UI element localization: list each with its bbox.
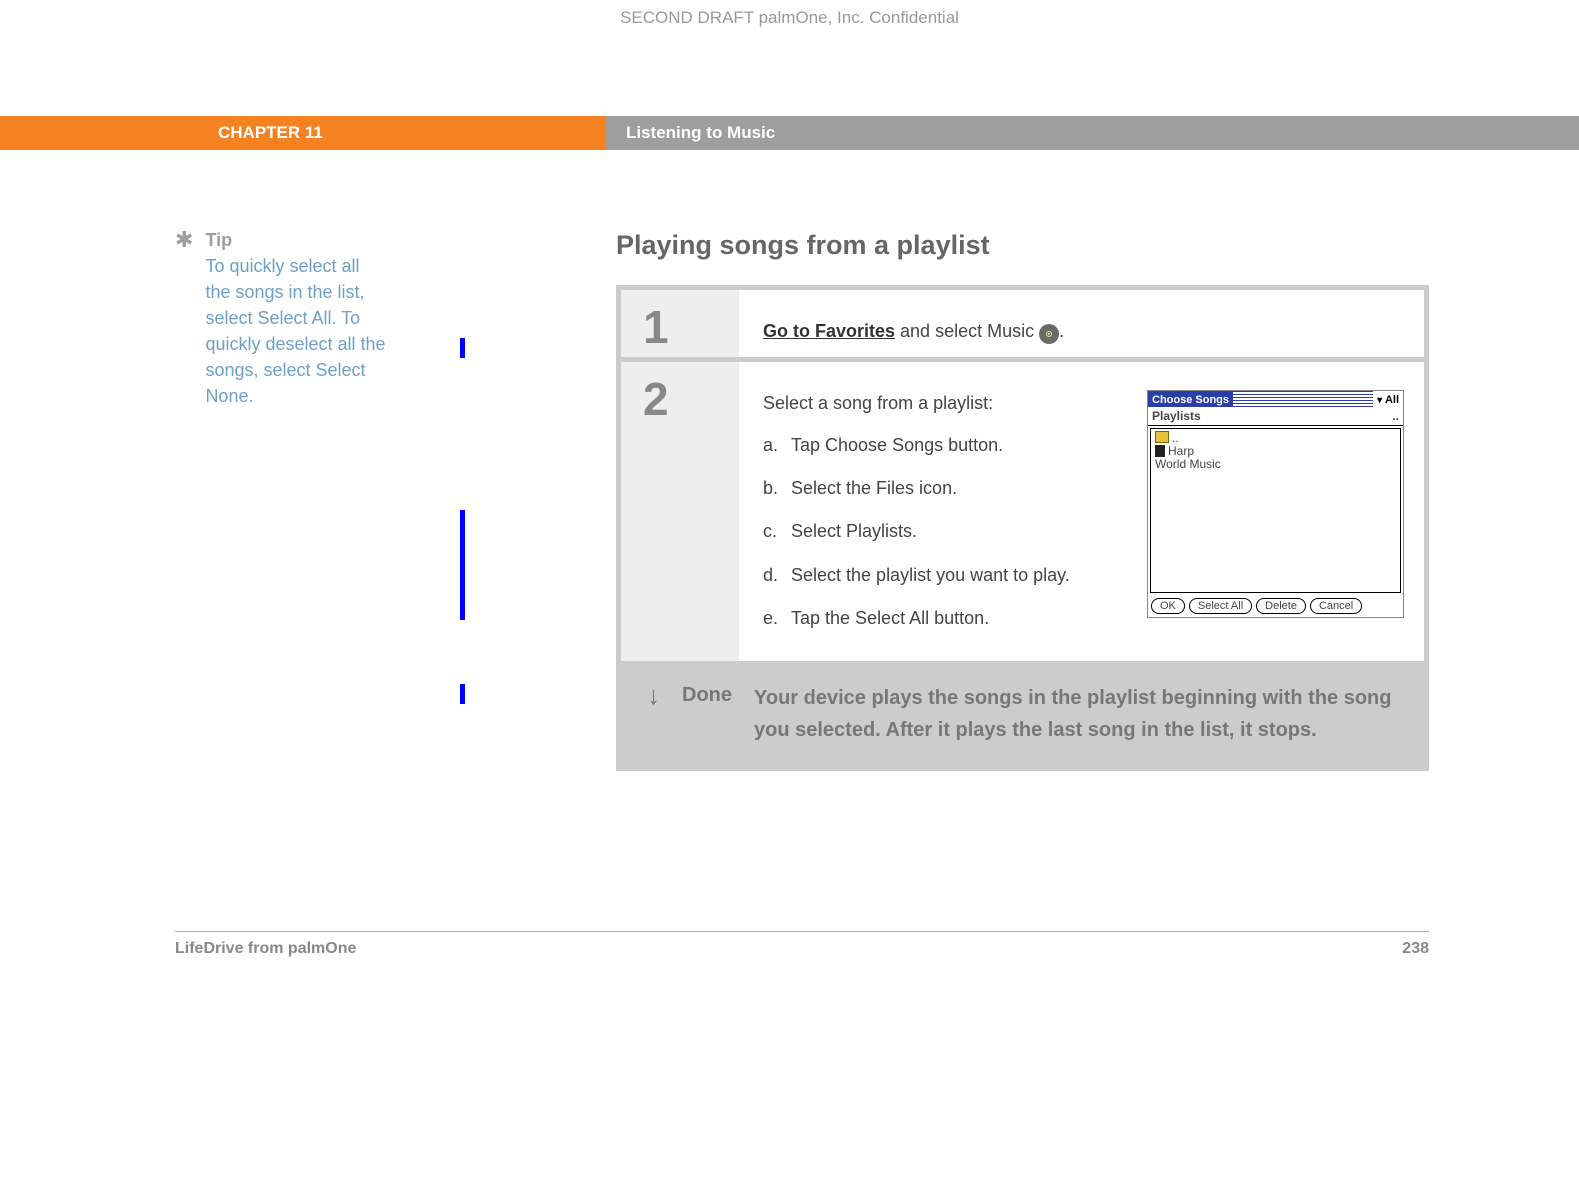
step-1-mid: and select Music [895,321,1039,341]
substep-text: Tap the Select All button. [791,606,989,631]
delete-button[interactable]: Delete [1256,598,1306,614]
section-heading: Playing songs from a playlist [616,230,1429,261]
list-row: .. [1155,431,1396,445]
substep-letter: c. [763,519,781,544]
substep-d: d. Select the playlist you want to play. [763,563,1127,588]
chapter-title: Listening to Music [626,123,775,143]
list-row-text: World Music [1155,457,1221,471]
ok-button[interactable]: OK [1151,598,1185,614]
step-1-period: . [1059,321,1064,341]
screenshot-title: Choose Songs [1148,391,1233,407]
step-number: 2 [621,362,739,426]
music-icon [1039,324,1059,344]
substep-letter: e. [763,606,781,631]
substep-text: Tap Choose Songs button. [791,433,1003,458]
cancel-button[interactable]: Cancel [1310,598,1362,614]
screenshot-subhead: Playlists [1152,407,1201,425]
step-2-intro: Select a song from a playlist: [763,390,1127,417]
substep-a: a. Tap Choose Songs button. [763,433,1127,458]
screenshot-filter: All [1373,391,1403,407]
step-number-cell: 2 [621,362,739,661]
substep-letter: d. [763,563,781,588]
done-label: Done [682,684,732,746]
list-row-text: Harp [1168,444,1194,458]
chapter-title-block: Listening to Music [606,116,1579,150]
folder-icon [1155,431,1169,443]
substep-text: Select the Files icon. [791,476,957,501]
screenshot-dots: .. [1392,407,1399,425]
chapter-label: CHAPTER 11 [218,123,323,143]
done-arrow-icon: ↓ [647,682,660,746]
step-2: 2 Select a song from a playlist: a. Tap C… [621,362,1424,661]
go-to-favorites-link[interactable]: Go to Favorites [763,321,895,341]
substep-b: b. Select the Files icon. [763,476,1127,501]
change-bar [460,684,465,704]
change-bar [460,510,465,620]
done-row: ↓ Done Your device plays the songs in th… [621,666,1424,766]
card-icon [1155,445,1165,457]
tip-label: Tip [205,230,386,251]
substep-letter: a. [763,433,781,458]
step-number: 1 [621,290,739,354]
substep-text: Select Playlists. [791,519,917,544]
change-bar [460,338,465,358]
substep-letter: b. [763,476,781,501]
tip-text: To quickly select all the songs in the l… [205,253,386,410]
done-text: Your device plays the songs in the playl… [754,682,1404,746]
tip-sidebar: ✱ Tip To quickly select all the songs in… [0,230,496,771]
tip-star-icon: ✱ [175,230,193,410]
list-row-text: .. [1172,431,1179,445]
substep-text: Select the playlist you want to play. [791,563,1070,588]
select-all-button[interactable]: Select All [1189,598,1252,614]
screenshot-list-area: .. Harp World Music [1150,428,1401,593]
main-content: Playing songs from a playlist 1 Go to Fa… [496,230,1429,771]
step-number-cell: 1 [621,290,739,357]
chapter-header: CHAPTER 11 Listening to Music [0,116,1579,150]
page-footer: LifeDrive from palmOne 238 [175,931,1429,958]
footer-product: LifeDrive from palmOne [175,940,356,958]
chapter-number-block: CHAPTER 11 [0,116,606,150]
step-1-text: Go to Favorites and select Music . [763,318,1404,345]
footer-page-number: 238 [1402,940,1429,958]
step-2-sublist: a. Tap Choose Songs button. b. Select the … [763,433,1127,631]
substep-e: e. Tap the Select All button. [763,606,1127,631]
draft-watermark: SECOND DRAFT palmOne, Inc. Confidential [0,0,1579,36]
step-1: 1 Go to Favorites and select Music . [621,290,1424,357]
list-row: World Music [1155,458,1396,471]
device-screenshot: Choose Songs All Playlists.. .. Harp Wor… [1147,390,1404,618]
substep-c: c. Select Playlists. [763,519,1127,544]
steps-container: 1 Go to Favorites and select Music . 2 S… [616,285,1429,771]
